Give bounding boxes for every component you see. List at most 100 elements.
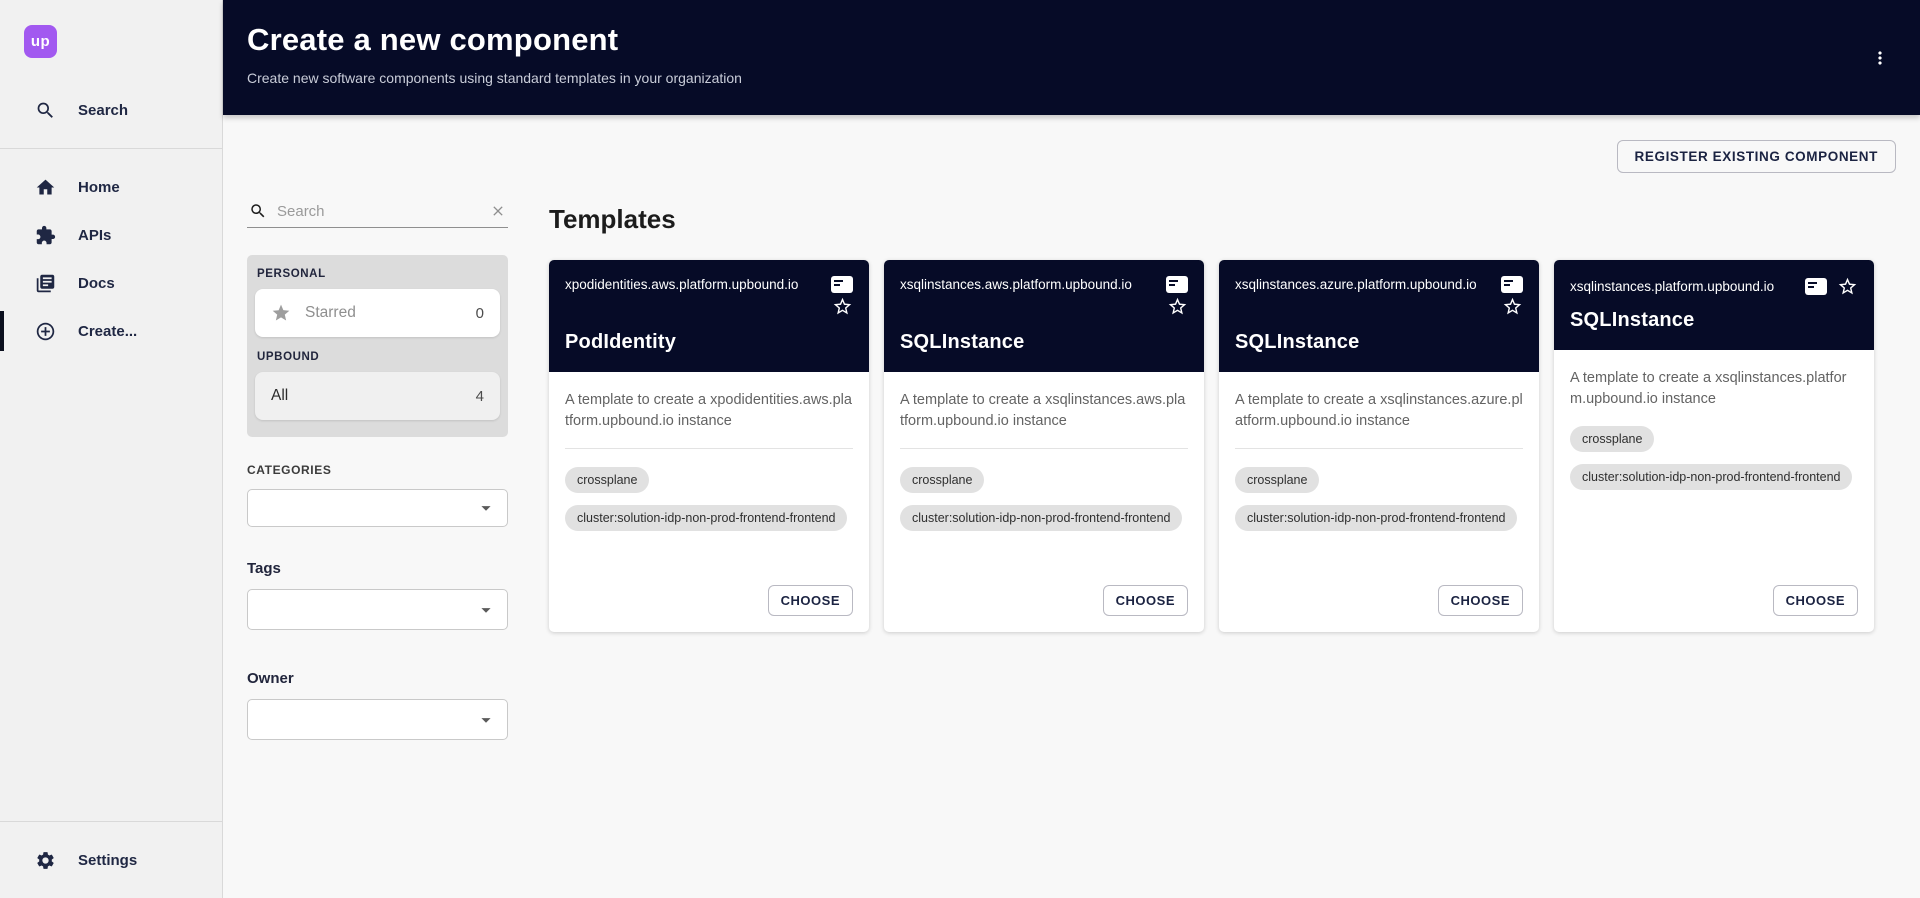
content: REGISTER EXISTING COMPONENT PERSONAL S [223, 115, 1920, 898]
template-card-header: xpodidentities.aws.platform.upbound.io P… [549, 260, 869, 372]
template-tag[interactable]: crossplane [900, 467, 984, 493]
content-row: PERSONAL Starred 0 UPBOUND All 4 [247, 196, 1920, 740]
filter-search-input[interactable] [277, 203, 480, 220]
kebab-icon [1870, 48, 1890, 68]
choose-button[interactable]: CHOOSE [768, 585, 853, 616]
template-title: SQLInstance [1570, 309, 1858, 332]
choose-button[interactable]: CHOOSE [1438, 585, 1523, 616]
template-tag[interactable]: cluster:solution-idp-non-prod-frontend-f… [1570, 464, 1852, 490]
star-outline-icon[interactable] [832, 296, 853, 317]
search-icon [35, 100, 56, 121]
sidebar-item-settings[interactable]: Settings [0, 836, 222, 884]
owner-filter-group: Owner [247, 670, 508, 740]
categories-select[interactable] [247, 489, 508, 527]
template-type-icon [1805, 278, 1827, 295]
card-divider [900, 448, 1188, 449]
app-root: up Search Home APIs Docs Create... Setti… [0, 0, 1920, 898]
sidebar-divider-top [0, 148, 222, 149]
search-icon [249, 202, 267, 220]
filter-search [247, 196, 508, 228]
chevron-down-icon [475, 709, 497, 731]
sidebar-item-create[interactable]: Create... [0, 307, 222, 355]
template-cards: xpodidentities.aws.platform.upbound.io P… [549, 260, 1874, 632]
card-divider [1235, 448, 1523, 449]
template-card-body: A template to create a xpodidentities.aw… [549, 372, 869, 632]
template-name: xpodidentities.aws.platform.upbound.io [565, 276, 798, 294]
choose-button[interactable]: CHOOSE [1103, 585, 1188, 616]
template-tag[interactable]: cluster:solution-idp-non-prod-frontend-f… [1235, 505, 1517, 531]
template-name: xsqlinstances.platform.upbound.io [1570, 278, 1774, 296]
tags-select[interactable] [247, 589, 508, 630]
sidebar-item-docs[interactable]: Docs [0, 259, 222, 307]
template-card-body: A template to create a xsqlinstances.aws… [884, 372, 1204, 632]
sidebar-item-search[interactable]: Search [0, 86, 222, 134]
templates-heading: Templates [549, 204, 1874, 235]
template-card-header: xsqlinstances.platform.upbound.io SQLIns… [1554, 260, 1874, 350]
sidebar: up Search Home APIs Docs Create... Setti… [0, 0, 223, 898]
upbound-logo[interactable]: up [24, 25, 57, 58]
filter-column: PERSONAL Starred 0 UPBOUND All 4 [247, 196, 508, 740]
template-card: xpodidentities.aws.platform.upbound.io P… [549, 260, 869, 632]
sidebar-item-label: Docs [78, 275, 115, 292]
template-name: xsqlinstances.aws.platform.upbound.io [900, 276, 1132, 294]
tags-label: Tags [247, 560, 508, 577]
clear-search-icon[interactable] [490, 203, 506, 219]
filter-starred-count: 0 [476, 305, 484, 322]
filter-all[interactable]: All 4 [255, 372, 500, 420]
sidebar-item-apis[interactable]: APIs [0, 211, 222, 259]
logo-wrap: up [0, 0, 222, 58]
categories-label: CATEGORIES [247, 463, 508, 477]
template-tag[interactable]: crossplane [1570, 426, 1654, 452]
choose-button[interactable]: CHOOSE [1773, 585, 1858, 616]
card-divider [565, 448, 853, 449]
template-tag[interactable]: crossplane [1235, 467, 1319, 493]
upbound-label: UPBOUND [255, 351, 500, 363]
puzzle-icon [35, 225, 56, 246]
star-outline-icon[interactable] [1167, 296, 1188, 317]
templates-section: Templates xpodidentities.aws.platform.up… [549, 196, 1874, 740]
template-card: xsqlinstances.platform.upbound.io SQLIns… [1554, 260, 1874, 632]
template-card-header: xsqlinstances.azure.platform.upbound.io … [1219, 260, 1539, 372]
register-row: REGISTER EXISTING COMPONENT [247, 115, 1920, 173]
star-outline-icon[interactable] [1837, 276, 1858, 297]
owner-label: Owner [247, 670, 508, 687]
template-type-icon [831, 276, 853, 293]
sidebar-divider-bottom [0, 821, 222, 822]
sidebar-item-label: Settings [78, 852, 137, 869]
gear-icon [35, 850, 56, 871]
home-icon [35, 177, 56, 198]
main-area: Create a new component Create new softwa… [223, 0, 1920, 898]
tags-filter-group: Tags [247, 560, 508, 630]
template-title: SQLInstance [900, 331, 1188, 354]
register-existing-component-button[interactable]: REGISTER EXISTING COMPONENT [1617, 140, 1896, 173]
template-tag[interactable]: crossplane [565, 467, 649, 493]
template-title: SQLInstance [1235, 331, 1523, 354]
template-tag[interactable]: cluster:solution-idp-non-prod-frontend-f… [900, 505, 1182, 531]
star-outline-icon[interactable] [1502, 296, 1523, 317]
template-type-icon [1501, 276, 1523, 293]
template-card: xsqlinstances.aws.platform.upbound.io SQ… [884, 260, 1204, 632]
template-description: A template to create a xsqlinstances.pla… [1570, 368, 1858, 410]
header-menu-button[interactable] [1866, 40, 1894, 76]
filter-starred[interactable]: Starred 0 [255, 289, 500, 337]
template-tag[interactable]: cluster:solution-idp-non-prod-frontend-f… [565, 505, 847, 531]
owner-select[interactable] [247, 699, 508, 740]
docs-icon [35, 273, 56, 294]
template-card-header: xsqlinstances.aws.platform.upbound.io SQ… [884, 260, 1204, 372]
sidebar-item-label: Home [78, 179, 120, 196]
filter-all-count: 4 [476, 388, 484, 405]
template-title: PodIdentity [565, 331, 853, 354]
template-name: xsqlinstances.azure.platform.upbound.io [1235, 276, 1477, 294]
chevron-down-icon [475, 599, 497, 621]
sidebar-spacer [0, 355, 222, 807]
template-description: A template to create a xsqlinstances.aws… [900, 390, 1188, 432]
filter-starred-label: Starred [305, 304, 356, 322]
categories-filter-group: CATEGORIES [247, 463, 508, 527]
personal-label: PERSONAL [255, 268, 500, 280]
template-description: A template to create a xsqlinstances.azu… [1235, 390, 1523, 432]
sidebar-item-home[interactable]: Home [0, 163, 222, 211]
template-description: A template to create a xpodidentities.aw… [565, 390, 853, 432]
sidebar-item-label: Create... [78, 323, 137, 340]
sidebar-item-label: Search [78, 102, 128, 119]
page-title: Create a new component [247, 22, 1894, 58]
